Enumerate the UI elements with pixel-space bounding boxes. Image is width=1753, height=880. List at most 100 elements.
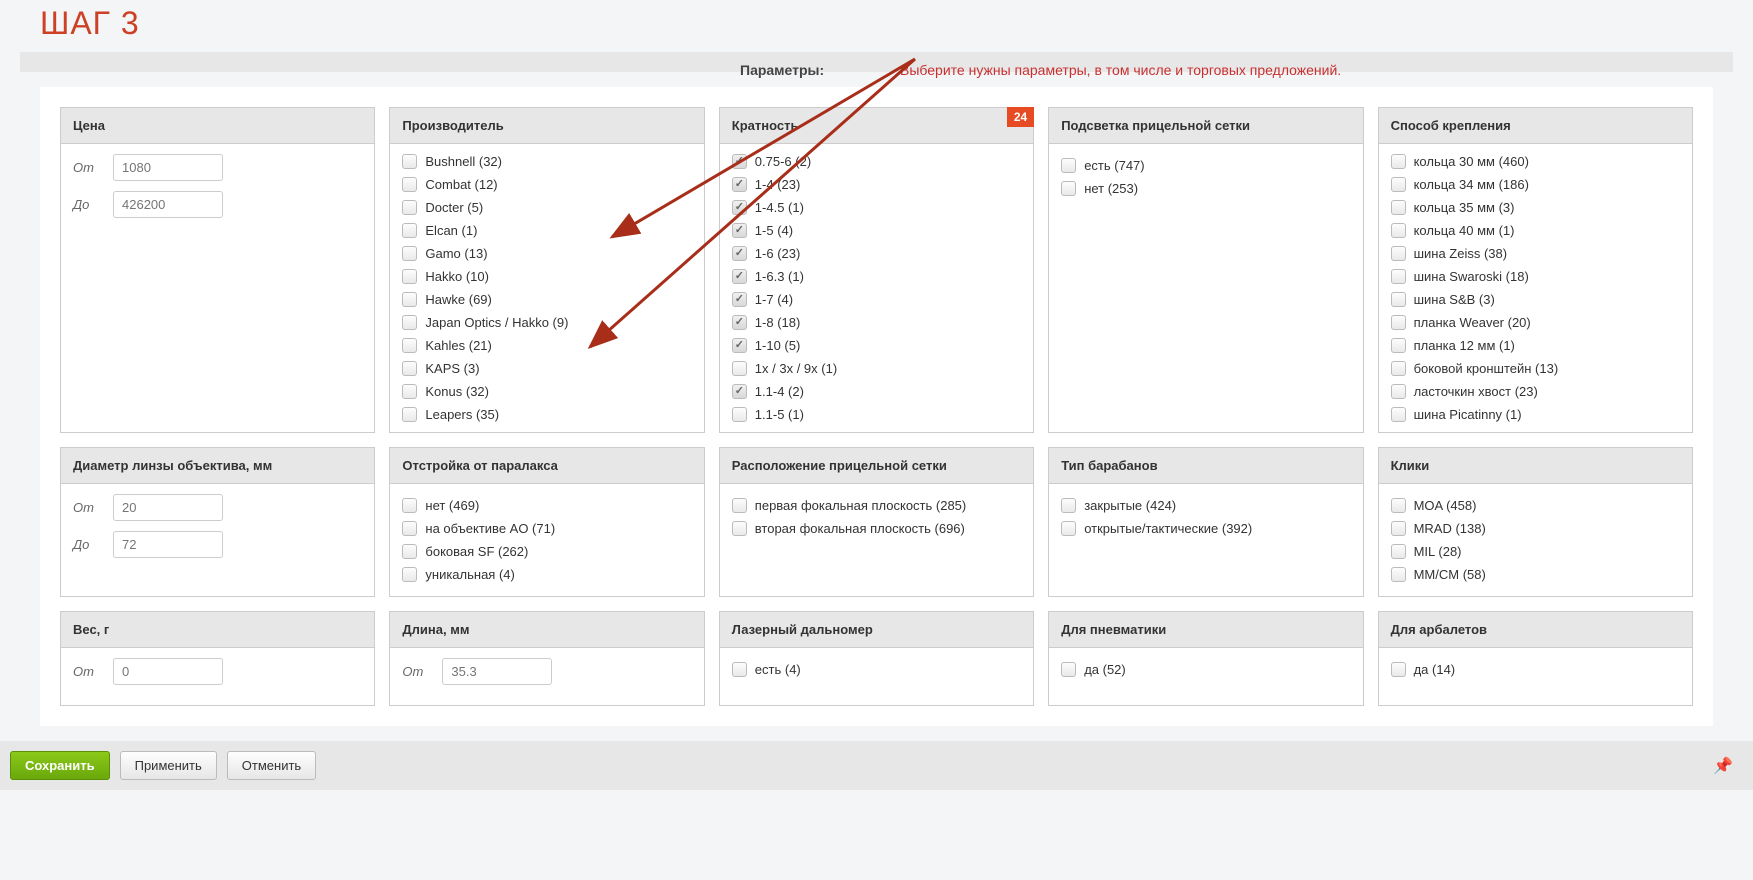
checkbox-icon[interactable] [732,361,747,376]
checkbox-icon[interactable] [1391,269,1406,284]
checkbox-item[interactable]: на объективе AO (71) [402,517,691,540]
checkbox-icon[interactable] [402,498,417,513]
checkbox-item[interactable]: шина S&B (3) [1391,288,1684,311]
apply-button[interactable]: Применить [120,751,217,780]
checkbox-icon[interactable] [732,154,747,169]
checkbox-icon[interactable] [732,384,747,399]
manufacturer-list[interactable]: Bushnell (32)Combat (12)Docter (5)Elcan … [390,144,703,432]
checkbox-icon[interactable] [732,177,747,192]
checkbox-item[interactable]: MM/CM (58) [1391,563,1680,586]
checkbox-item[interactable]: планка Weaver (20) [1391,311,1684,334]
checkbox-item[interactable]: кольца 30 мм (460) [1391,150,1684,173]
checkbox-item[interactable]: 1.1-5 (1) [732,403,1025,426]
checkbox-icon[interactable] [402,521,417,536]
checkbox-item[interactable]: Combat (12) [402,173,695,196]
checkbox-icon[interactable] [1391,246,1406,261]
checkbox-item[interactable]: кольца 34 мм (186) [1391,173,1684,196]
checkbox-icon[interactable] [402,154,417,169]
checkbox-item[interactable]: Gamo (13) [402,242,695,265]
checkbox-item[interactable]: KAPS (3) [402,357,695,380]
checkbox-item[interactable]: есть (4) [732,658,1021,681]
checkbox-icon[interactable] [1391,567,1406,582]
checkbox-item[interactable]: закрытые (424) [1061,494,1350,517]
checkbox-icon[interactable] [1391,521,1406,536]
checkbox-item[interactable]: 1-5 (4) [732,219,1025,242]
checkbox-item[interactable]: 1-7 (4) [732,288,1025,311]
checkbox-item[interactable]: первая фокальная плоскость (285) [732,494,1021,517]
checkbox-item[interactable]: 1-10 (5) [732,334,1025,357]
pin-icon[interactable]: 📌 [1713,756,1733,776]
checkbox-icon[interactable] [402,315,417,330]
checkbox-item[interactable]: открытые/тактические (392) [1061,517,1350,540]
checkbox-item[interactable]: да (52) [1061,658,1350,681]
checkbox-icon[interactable] [1061,498,1076,513]
checkbox-icon[interactable] [1391,315,1406,330]
checkbox-item[interactable]: нет (253) [1061,177,1350,200]
checkbox-item[interactable]: Elcan (1) [402,219,695,242]
checkbox-item[interactable]: Hakko (10) [402,265,695,288]
checkbox-item[interactable]: боковой кронштейн (13) [1391,357,1684,380]
cancel-button[interactable]: Отменить [227,751,316,780]
checkbox-icon[interactable] [1391,662,1406,677]
checkbox-item[interactable]: планка 12 мм (1) [1391,334,1684,357]
checkbox-icon[interactable] [402,544,417,559]
checkbox-icon[interactable] [732,498,747,513]
checkbox-icon[interactable] [1061,521,1076,536]
checkbox-icon[interactable] [1061,662,1076,677]
mount-list[interactable]: кольца 30 мм (460)кольца 34 мм (186)коль… [1379,144,1692,432]
checkbox-item[interactable]: MOA (458) [1391,494,1680,517]
checkbox-item[interactable]: шина Swaroski (18) [1391,265,1684,288]
checkbox-icon[interactable] [402,223,417,238]
checkbox-item[interactable]: Konus (32) [402,380,695,403]
checkbox-item[interactable]: шина Picatinny (1) [1391,403,1684,426]
checkbox-item[interactable]: кольца 40 мм (1) [1391,219,1684,242]
checkbox-item[interactable]: боковая SF (262) [402,540,691,563]
checkbox-icon[interactable] [732,246,747,261]
weight-from-input[interactable] [113,658,223,685]
checkbox-icon[interactable] [1391,338,1406,353]
checkbox-item[interactable]: 1-4.5 (1) [732,196,1025,219]
checkbox-item[interactable]: уникальная (4) [402,563,691,586]
checkbox-icon[interactable] [732,338,747,353]
checkbox-item[interactable]: есть (747) [1061,154,1350,177]
checkbox-icon[interactable] [732,662,747,677]
save-button[interactable]: Сохранить [10,751,110,780]
price-from-input[interactable] [113,154,223,181]
checkbox-item[interactable]: кольца 35 мм (3) [1391,196,1684,219]
price-to-input[interactable] [113,191,223,218]
checkbox-item[interactable]: Leapers (35) [402,403,695,426]
checkbox-item[interactable]: 1-6 (23) [732,242,1025,265]
checkbox-icon[interactable] [732,521,747,536]
magnification-list[interactable]: 0.75-6 (2)1-4 (23)1-4.5 (1)1-5 (4)1-6 (2… [720,144,1033,432]
checkbox-icon[interactable] [402,246,417,261]
lens-to-input[interactable] [113,531,223,558]
checkbox-item[interactable]: 1.1-4 (2) [732,380,1025,403]
checkbox-item[interactable]: нет (469) [402,494,691,517]
checkbox-item[interactable]: Kahles (21) [402,334,695,357]
checkbox-icon[interactable] [402,200,417,215]
checkbox-icon[interactable] [732,292,747,307]
checkbox-item[interactable]: ласточкин хвост (23) [1391,380,1684,403]
checkbox-icon[interactable] [1061,181,1076,196]
checkbox-icon[interactable] [1391,544,1406,559]
checkbox-item[interactable]: MIL (28) [1391,540,1680,563]
checkbox-icon[interactable] [402,338,417,353]
length-from-input[interactable] [442,658,552,685]
checkbox-icon[interactable] [402,269,417,284]
lens-from-input[interactable] [113,494,223,521]
checkbox-icon[interactable] [402,292,417,307]
checkbox-icon[interactable] [402,361,417,376]
checkbox-icon[interactable] [1391,200,1406,215]
checkbox-item[interactable]: Bushnell (32) [402,150,695,173]
checkbox-icon[interactable] [1391,292,1406,307]
checkbox-icon[interactable] [1391,223,1406,238]
checkbox-icon[interactable] [732,315,747,330]
checkbox-icon[interactable] [402,567,417,582]
checkbox-icon[interactable] [732,223,747,238]
checkbox-icon[interactable] [1391,154,1406,169]
checkbox-icon[interactable] [732,200,747,215]
checkbox-item[interactable]: 1-8 (18) [732,311,1025,334]
checkbox-item[interactable]: 0.75-6 (2) [732,150,1025,173]
checkbox-icon[interactable] [402,177,417,192]
checkbox-icon[interactable] [1061,158,1076,173]
